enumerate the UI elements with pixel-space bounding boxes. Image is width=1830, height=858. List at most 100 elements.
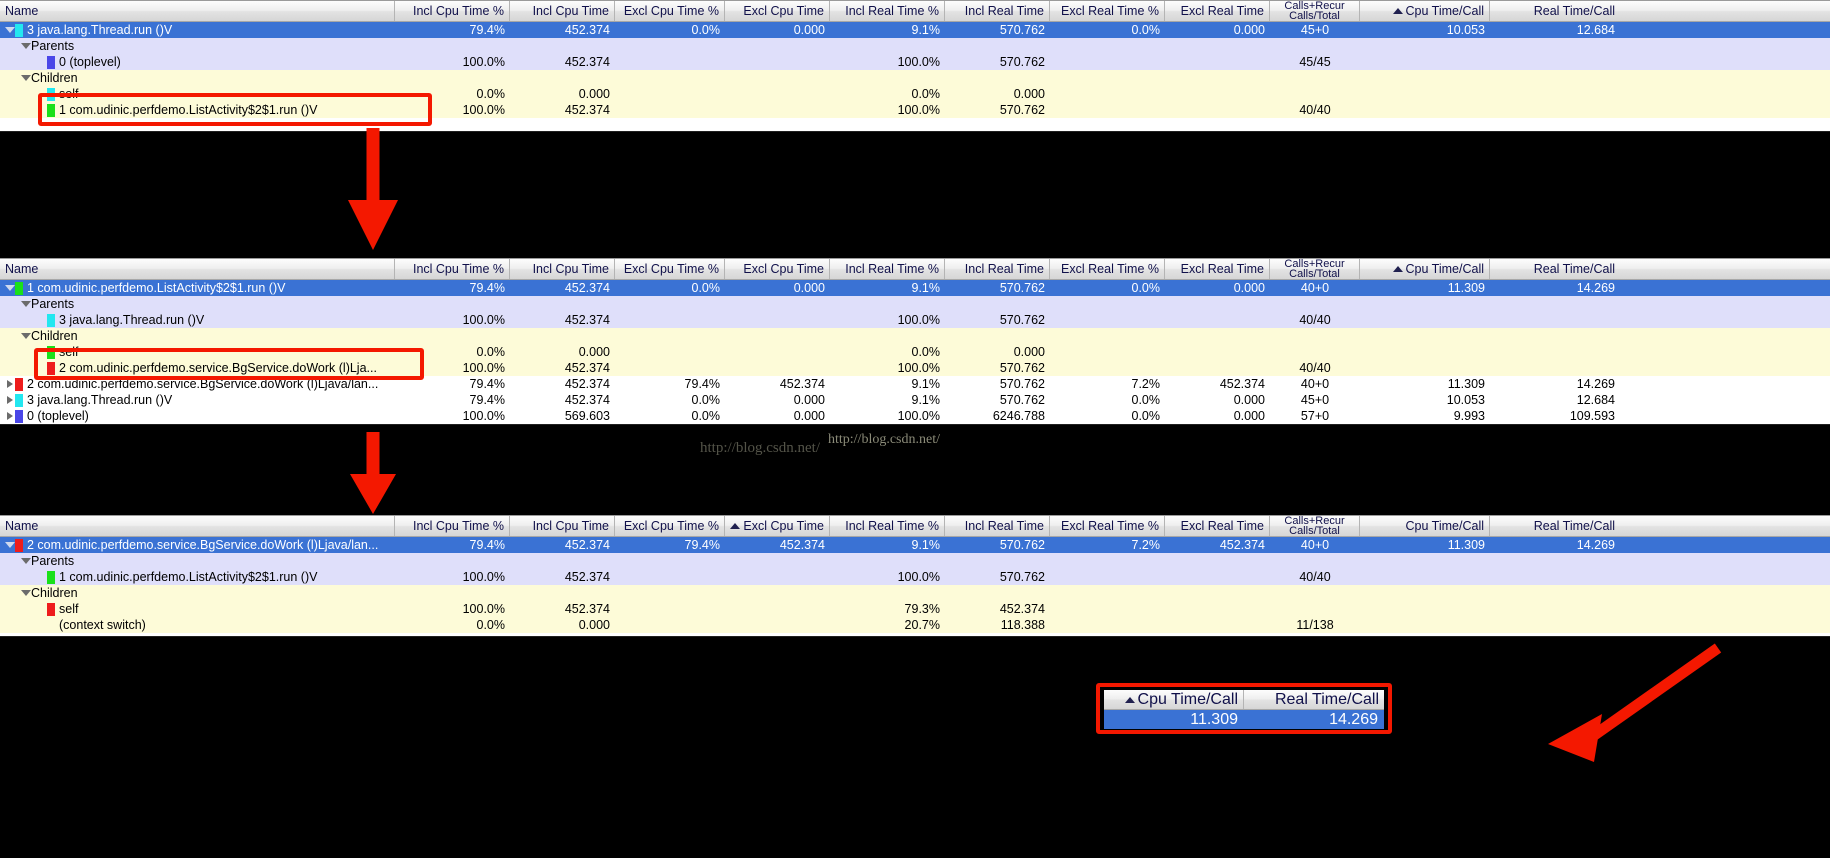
arrow-diagonal-to-callout xyxy=(1520,640,1730,770)
column-header-incl_real_pct[interactable]: Incl Real Time % xyxy=(830,516,945,536)
column-header-name[interactable]: Name xyxy=(0,1,395,21)
column-header-excl_cpu_pct[interactable]: Excl Cpu Time % xyxy=(615,516,725,536)
table-row[interactable]: 2 com.udinic.perfdemo.service.BgService.… xyxy=(0,360,1830,376)
cell-incl_real_pct: 0.0% xyxy=(830,88,945,101)
cell-name: Parents xyxy=(0,298,395,311)
twisty-toggle[interactable] xyxy=(20,587,31,600)
column-header-excl_real_pct[interactable]: Excl Real Time % xyxy=(1050,259,1165,279)
table-row-selected[interactable]: 2 com.udinic.perfdemo.service.BgService.… xyxy=(0,537,1830,553)
column-header-incl_cpu[interactable]: Incl Cpu Time xyxy=(510,1,615,21)
table-row[interactable]: 0 (toplevel)100.0%569.6030.0%0.000100.0%… xyxy=(0,408,1830,424)
table-row[interactable]: 3 java.lang.Thread.run ()V100.0%452.3741… xyxy=(0,312,1830,328)
column-header-name[interactable]: Name xyxy=(0,516,395,536)
cell-incl_real: 0.000 xyxy=(945,88,1050,101)
twisty-toggle[interactable] xyxy=(20,40,31,53)
column-header-incl_real_pct[interactable]: Incl Real Time % xyxy=(830,1,945,21)
column-header-real_per_call[interactable]: Real Time/Call xyxy=(1490,259,1620,279)
twisty-toggle[interactable] xyxy=(4,24,15,37)
column-header-incl_real_pct[interactable]: Incl Real Time % xyxy=(830,259,945,279)
column-header-incl_real[interactable]: Incl Real Time xyxy=(945,1,1050,21)
column-header-incl_cpu_pct[interactable]: Incl Cpu Time % xyxy=(395,1,510,21)
column-header-incl_real[interactable]: Incl Real Time xyxy=(945,516,1050,536)
sort-ascending-icon xyxy=(730,523,740,529)
column-header-incl_cpu[interactable]: Incl Cpu Time xyxy=(510,516,615,536)
twisty-toggle[interactable] xyxy=(4,378,15,391)
table-row[interactable]: 1 com.udinic.perfdemo.ListActivity$2$1.r… xyxy=(0,102,1830,118)
column-header-excl_cpu_pct[interactable]: Excl Cpu Time % xyxy=(615,1,725,21)
table-row[interactable]: Parents xyxy=(0,553,1830,569)
column-header-cpu_per_call[interactable]: Cpu Time/Call xyxy=(1360,516,1490,536)
column-header-excl_cpu_pct[interactable]: Excl Cpu Time % xyxy=(615,259,725,279)
column-header-cpu_per_call[interactable]: Cpu Time/Call xyxy=(1360,259,1490,279)
column-header-excl_real_pct[interactable]: Excl Real Time % xyxy=(1050,516,1165,536)
cell-incl_real: 570.762 xyxy=(945,378,1050,391)
call-tree-panel-bgservice-dowork[interactable]: NameIncl Cpu Time %Incl Cpu TimeExcl Cpu… xyxy=(0,515,1830,637)
column-header-calls[interactable]: Calls+RecurCalls/Total xyxy=(1270,1,1360,21)
table-row[interactable]: Children xyxy=(0,328,1830,344)
table-row[interactable]: self0.0%0.0000.0%0.000 xyxy=(0,86,1830,102)
column-header-label: Incl Real Time xyxy=(965,5,1044,18)
table-row[interactable]: 0 (toplevel)100.0%452.374100.0%570.76245… xyxy=(0,54,1830,70)
column-header-incl_cpu[interactable]: Incl Cpu Time xyxy=(510,259,615,279)
twisty-toggle[interactable] xyxy=(20,298,31,311)
twisty-toggle[interactable] xyxy=(4,539,15,552)
column-header-excl_cpu[interactable]: Excl Cpu Time xyxy=(725,1,830,21)
table-row[interactable]: Children xyxy=(0,585,1830,601)
table-row-selected[interactable]: 3 java.lang.Thread.run ()V79.4%452.3740.… xyxy=(0,22,1830,38)
cell-name: 0 (toplevel) xyxy=(0,410,395,423)
table-row[interactable]: Children xyxy=(0,70,1830,86)
table-row[interactable]: self100.0%452.37479.3%452.374 xyxy=(0,601,1830,617)
column-header-label: Incl Cpu Time % xyxy=(413,263,504,276)
column-header-calls[interactable]: Calls+RecurCalls/Total xyxy=(1270,259,1360,279)
twisty-toggle[interactable] xyxy=(20,330,31,343)
column-header-excl_real[interactable]: Excl Real Time xyxy=(1165,516,1270,536)
call-tree-panel-thread-run[interactable]: NameIncl Cpu Time %Incl Cpu TimeExcl Cpu… xyxy=(0,0,1830,132)
twisty-toggle[interactable] xyxy=(20,72,31,85)
cell-incl_cpu: 569.603 xyxy=(510,410,615,423)
column-header-excl_real[interactable]: Excl Real Time xyxy=(1165,1,1270,21)
table-row[interactable]: 2 com.udinic.perfdemo.service.BgService.… xyxy=(0,376,1830,392)
column-header-excl_real[interactable]: Excl Real Time xyxy=(1165,259,1270,279)
cell-excl_real_pct: 0.0% xyxy=(1050,410,1165,423)
table-row[interactable]: (context switch)0.0%0.00020.7%118.38811/… xyxy=(0,617,1830,633)
cell-name: Parents xyxy=(0,555,395,568)
column-header-incl_cpu_pct[interactable]: Incl Cpu Time % xyxy=(395,516,510,536)
table-row[interactable]: self0.0%0.0000.0%0.000 xyxy=(0,344,1830,360)
twisty-toggle[interactable] xyxy=(20,555,31,568)
column-header-name[interactable]: Name xyxy=(0,259,395,279)
column-header-incl_real[interactable]: Incl Real Time xyxy=(945,259,1050,279)
column-header-calls[interactable]: Calls+RecurCalls/Total xyxy=(1270,516,1360,536)
column-header-excl_cpu[interactable]: Excl Cpu Time xyxy=(725,516,830,536)
column-header-cpu_per_call[interactable]: Cpu Time/Call xyxy=(1360,1,1490,21)
column-header-real_per_call[interactable]: Real Time/Call xyxy=(1490,516,1620,536)
table-row[interactable]: 1 com.udinic.perfdemo.ListActivity$2$1.r… xyxy=(0,569,1830,585)
thread-color-swatch xyxy=(15,410,23,423)
call-tree-panel-listactivity-run[interactable]: Name Incl Cpu Time % Incl Cpu Time Excl Cpu… xyxy=(0,258,1830,425)
callout-header-real-time-per-call[interactable]: Real Time/Call xyxy=(1244,690,1384,709)
column-header-label: Excl Cpu Time % xyxy=(624,263,719,276)
cell-real_per_call: 109.593 xyxy=(1490,410,1620,423)
table-row[interactable]: 3 java.lang.Thread.run ()V79.4%452.3740.… xyxy=(0,392,1830,408)
table-row[interactable]: Parents xyxy=(0,296,1830,312)
twisty-toggle[interactable] xyxy=(4,410,15,423)
twisty-toggle[interactable] xyxy=(4,394,15,407)
table-row[interactable]: Parents xyxy=(0,38,1830,54)
callout-header-cpu-time-per-call[interactable]: Cpu Time/Call xyxy=(1104,690,1244,709)
cell-incl_real_pct: 100.0% xyxy=(830,362,945,375)
table-row-selected[interactable]: 1 com.udinic.perfdemo.ListActivity$2$1.r… xyxy=(0,280,1830,296)
twisty-toggle[interactable] xyxy=(4,282,15,295)
method-name-label: Children xyxy=(31,587,78,600)
cell-incl_real: 118.388 xyxy=(945,619,1050,632)
cell-name: 2 com.udinic.perfdemo.service.BgService.… xyxy=(0,378,395,391)
cell-incl_cpu: 0.000 xyxy=(510,619,615,632)
column-header-incl_cpu_pct[interactable]: Incl Cpu Time % xyxy=(395,259,510,279)
watermark-text: http://blog.csdn.net/ xyxy=(828,432,940,448)
cell-incl_cpu: 452.374 xyxy=(510,24,615,37)
column-header-real_per_call[interactable]: Real Time/Call xyxy=(1490,1,1620,21)
column-header-excl_real_pct[interactable]: Excl Real Time % xyxy=(1050,1,1165,21)
column-header-excl_cpu[interactable]: Excl Cpu Time xyxy=(725,259,830,279)
cell-calls: 45+0 xyxy=(1270,394,1360,407)
cell-cpu_per_call: 10.053 xyxy=(1360,394,1490,407)
thread-color-swatch xyxy=(15,24,23,37)
twisty-expanded-icon xyxy=(21,301,31,307)
